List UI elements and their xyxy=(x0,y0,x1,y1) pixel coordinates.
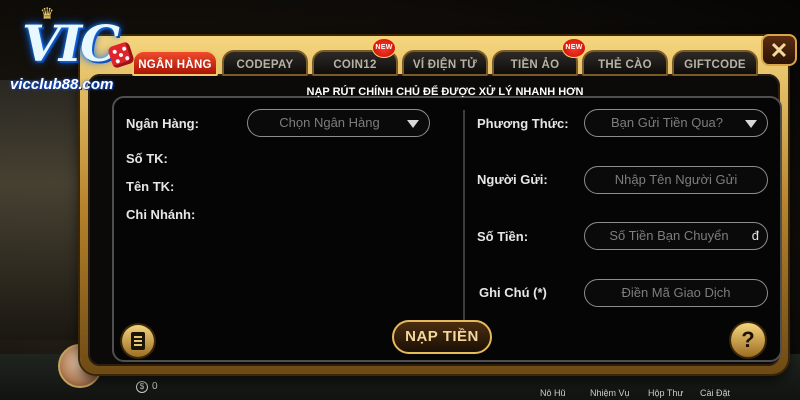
tab-tien-ao[interactable]: TIỀN ẢO NEW xyxy=(492,38,586,76)
site-logo: ♛ VIC vicclub88.com xyxy=(6,4,136,104)
amount-placeholder: Số Tiền Bạn Chuyển xyxy=(609,228,729,243)
bottom-nav-settings[interactable]: Cài Đặt xyxy=(700,388,730,398)
tab-coin12-label: COIN12 xyxy=(333,59,377,71)
bank-label: Ngân Hàng: xyxy=(126,116,199,131)
tab-vi-dien-tu[interactable]: VÍ ĐIỆN TỬ xyxy=(402,50,488,76)
help-button[interactable]: ? xyxy=(731,323,765,357)
new-badge: NEW xyxy=(562,38,586,58)
tab-codepay[interactable]: CODEPAY xyxy=(222,50,308,76)
account-number-label: Số TK: xyxy=(126,151,168,166)
amount-field[interactable]: Số Tiền Bạn Chuyển đ xyxy=(584,222,768,250)
coin-balance: $0 xyxy=(136,381,158,393)
tab-giftcode[interactable]: GIFTCODE xyxy=(672,50,758,76)
logo-site-text: vicclub88.com xyxy=(10,76,114,93)
bank-select[interactable]: Chọn Ngân Hàng xyxy=(247,109,430,137)
method-select-value: Bạn Gửi Tiền Qua? xyxy=(610,115,724,130)
column-divider xyxy=(463,110,465,330)
chevron-down-icon xyxy=(745,120,757,128)
method-select[interactable]: Bạn Gửi Tiền Qua? xyxy=(584,109,768,137)
branch-label: Chi Nhánh: xyxy=(126,207,196,222)
bottom-nav-missions[interactable]: Nhiệm Vụ xyxy=(590,388,630,398)
tab-the-cao[interactable]: THẺ CÀO xyxy=(582,50,668,76)
logo-brand-text: VIC xyxy=(22,14,120,73)
coin-icon: $ xyxy=(136,381,148,393)
sender-placeholder: Nhập Tên Người Gửi xyxy=(614,172,738,187)
bank-select-value: Chọn Ngân Hàng xyxy=(279,115,380,130)
tab-ngan-hang[interactable]: NGÂN HÀNG xyxy=(132,50,218,76)
note-label: Ghi Chú (*) xyxy=(479,285,547,300)
method-label: Phương Thức: xyxy=(477,116,569,131)
transaction-code-placeholder: Điền Mã Giao Dịch xyxy=(621,285,731,300)
close-button[interactable]: ✕ xyxy=(761,34,797,66)
new-badge: NEW xyxy=(372,38,396,58)
sender-field[interactable]: Nhập Tên Người Gửi xyxy=(584,166,768,194)
history-button[interactable] xyxy=(122,325,154,357)
deposit-notice: NẠP RÚT CHÍNH CHỦ ĐỂ ĐƯỢC XỬ LÝ NHANH HƠ… xyxy=(306,86,584,98)
currency-unit: đ xyxy=(751,228,759,243)
coin-value: 0 xyxy=(152,381,158,392)
transaction-code-field[interactable]: Điền Mã Giao Dịch xyxy=(584,279,768,307)
sender-label: Người Gửi: xyxy=(477,172,548,187)
deposit-submit-button[interactable]: NẠP TIỀN xyxy=(392,320,492,354)
tab-coin12[interactable]: COIN12 NEW xyxy=(312,38,398,76)
chevron-down-icon xyxy=(407,120,419,128)
amount-label: Số Tiền: xyxy=(477,229,529,244)
bottom-nav-mailbox[interactable]: Hộp Thư xyxy=(648,388,683,398)
bottom-nav-jackpot[interactable]: Nô Hũ xyxy=(540,388,566,398)
tab-tien-ao-label: TIỀN ẢO xyxy=(510,59,560,71)
account-name-label: Tên TK: xyxy=(126,179,175,194)
document-icon xyxy=(131,332,145,350)
